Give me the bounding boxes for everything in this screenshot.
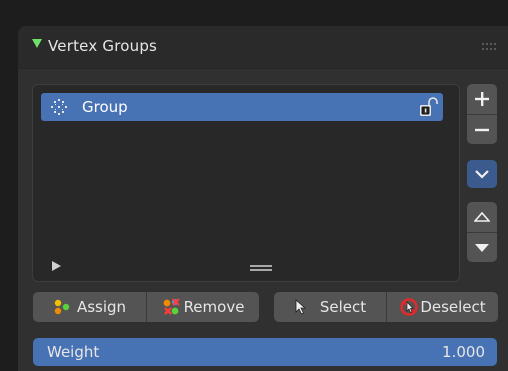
remove-vertex-group-button[interactable] (467, 114, 497, 144)
plus-icon (475, 92, 489, 106)
triangle-right-icon[interactable] (52, 261, 61, 271)
list-item-group[interactable]: Group (41, 93, 443, 121)
specials-menu-button[interactable] (467, 160, 497, 188)
add-vertex-group-button[interactable] (467, 84, 497, 114)
assign-button[interactable]: Assign (33, 292, 146, 322)
move-group (467, 202, 497, 262)
move-down-button[interactable] (467, 232, 497, 262)
unlocked-padlock-icon[interactable] (417, 96, 439, 118)
select-label: Select (319, 298, 367, 316)
triangle-up-icon (474, 211, 490, 222)
deselect-label: Deselect (420, 298, 486, 316)
assign-vertices-icon (54, 299, 70, 315)
triangle-down-icon[interactable] (32, 39, 42, 48)
deselect-button[interactable]: Deselect (386, 292, 498, 322)
add-remove-group (467, 84, 497, 144)
remove-label: Remove (183, 298, 245, 316)
panel-title: Vertex Groups (48, 37, 158, 55)
move-up-button[interactable] (467, 202, 497, 232)
select-button[interactable]: Select (274, 292, 386, 322)
weight-label: Weight (47, 343, 100, 361)
weight-slider[interactable]: Weight 1.000 (33, 338, 497, 366)
resize-grip-icon[interactable] (250, 265, 272, 271)
weight-value: 1.000 (442, 343, 485, 361)
chevron-down-icon (475, 170, 489, 179)
assign-label: Assign (76, 298, 127, 316)
vertex-group-list[interactable]: Group (32, 84, 460, 282)
remove-vertices-icon (163, 298, 180, 315)
minus-icon (475, 128, 489, 131)
select-deselect-group: Select Deselect (274, 292, 498, 322)
vertex-groups-panel: Vertex Groups Group Assign Remove Select… (18, 26, 508, 371)
specials-menu-group (467, 160, 497, 188)
panel-header[interactable]: Vertex Groups (18, 26, 508, 69)
remove-button[interactable]: Remove (146, 292, 259, 322)
cursor-arrow-icon (295, 299, 306, 315)
list-item-label: Group (82, 98, 128, 116)
drag-grip-icon[interactable] (482, 43, 498, 51)
vertex-group-icon (51, 99, 67, 115)
deselect-cursor-icon (400, 298, 419, 316)
triangle-down-icon (475, 243, 489, 252)
blender-properties-editor: Vertex Groups Group Assign Remove Select… (0, 0, 508, 371)
assign-remove-group: Assign Remove (33, 292, 259, 322)
